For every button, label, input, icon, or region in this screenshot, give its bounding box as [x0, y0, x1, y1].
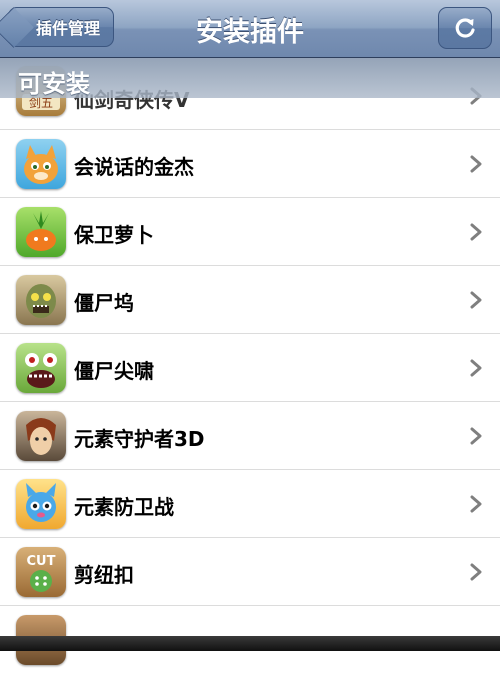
chevron-right-icon	[470, 359, 482, 377]
navigation-bar: 插件管理 安装插件	[0, 0, 500, 58]
bottom-toolbar	[0, 636, 500, 651]
section-header-title: 可安装	[18, 70, 90, 98]
guardian-icon	[16, 411, 66, 461]
list-item-label: 剪纽扣	[74, 563, 134, 587]
list-item[interactable]: 僵尸坞	[0, 266, 500, 334]
list-item[interactable]: CUT 剪纽扣	[0, 538, 500, 606]
list-item-label: 僵尸坞	[74, 291, 134, 315]
section-header: 可安装	[0, 58, 500, 98]
screaming-zombie-icon	[16, 343, 66, 393]
list-item-label: 会说话的金杰	[74, 155, 194, 179]
chevron-right-icon	[470, 427, 482, 445]
chevron-right-icon	[470, 563, 482, 581]
list-item[interactable]: 元素守护者3D	[0, 402, 500, 470]
blue-creature-icon	[16, 479, 66, 529]
list-item[interactable]: 僵尸尖啸	[0, 334, 500, 402]
list-item-label: 僵尸尖啸	[74, 359, 154, 383]
plugin-list: 剑五 仙剑奇侠传Ⅴ 会说话的金杰 保卫萝卜 僵尸坞 僵尸尖啸 元素守护者3D 元…	[0, 60, 500, 674]
list-item[interactable]: 元素防卫战	[0, 470, 500, 538]
carrot-icon	[16, 207, 66, 257]
refresh-icon	[455, 18, 475, 38]
chevron-right-icon	[470, 291, 482, 309]
chevron-right-icon	[470, 223, 482, 241]
svg-text:CUT: CUT	[27, 554, 56, 569]
list-item-label: 元素守护者3D	[74, 427, 205, 451]
chevron-right-icon	[470, 495, 482, 513]
refresh-button[interactable]	[438, 7, 492, 49]
list-item-label: 保卫萝卜	[74, 223, 154, 247]
back-button-label: 插件管理	[35, 19, 100, 38]
chevron-right-icon	[470, 155, 482, 173]
cut-button-icon: CUT	[16, 547, 66, 597]
zombie-icon	[16, 275, 66, 325]
list-item[interactable]: 保卫萝卜	[0, 198, 500, 266]
list-item-label: 元素防卫战	[74, 495, 174, 519]
list-item[interactable]: 会说话的金杰	[0, 130, 500, 198]
talking-cat-icon	[16, 139, 66, 189]
